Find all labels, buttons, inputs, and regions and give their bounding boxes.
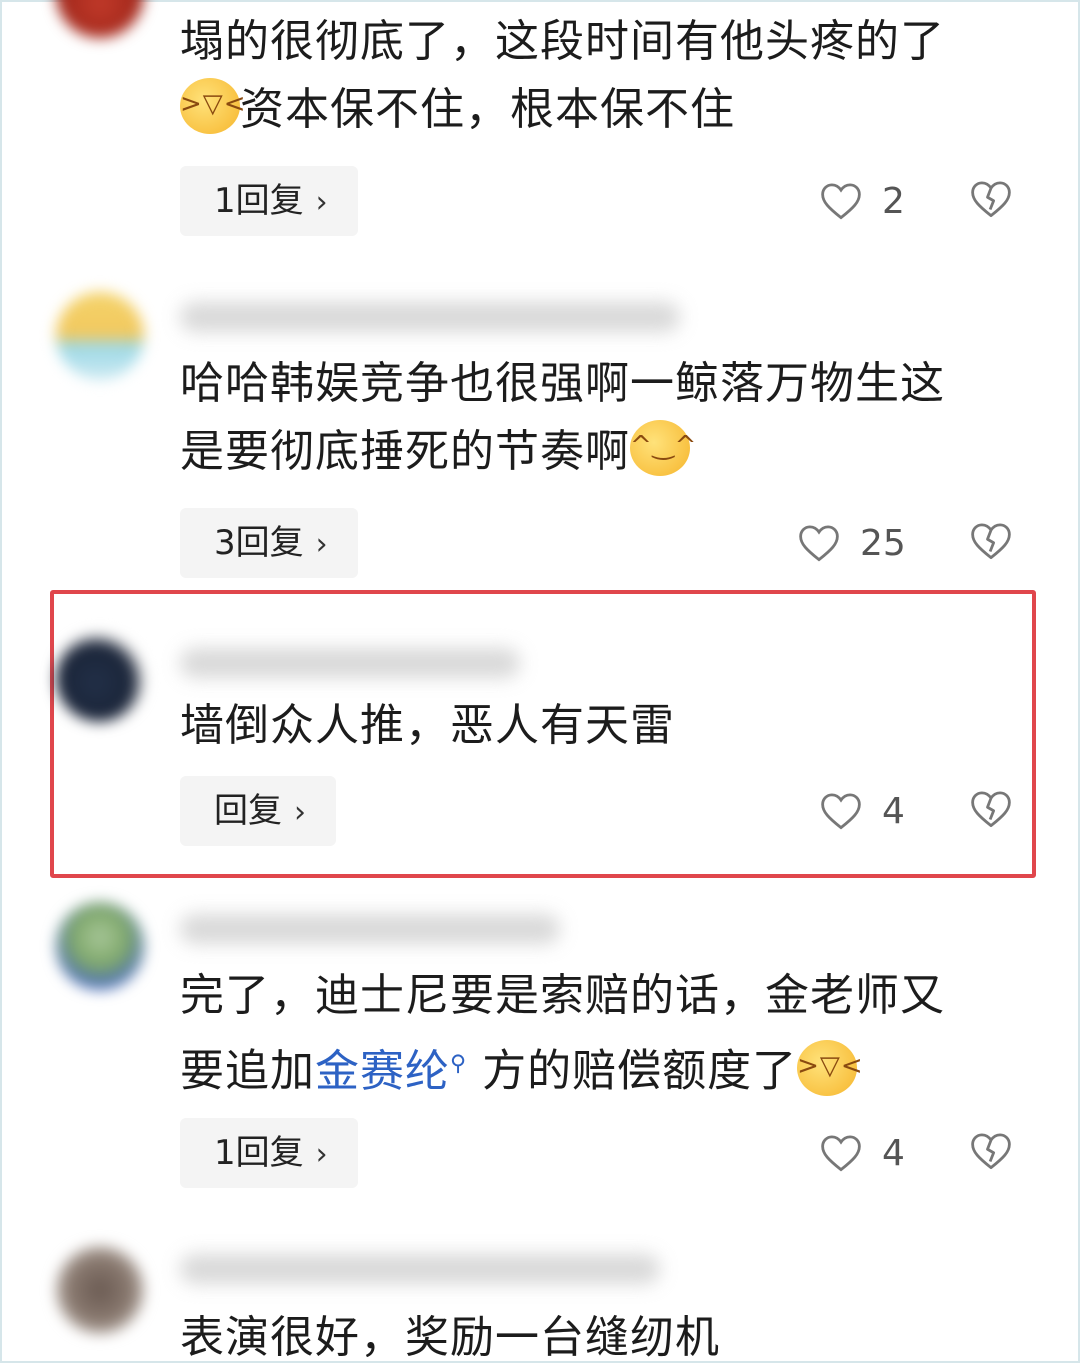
reply-button[interactable]: 3回复 › [180, 508, 358, 578]
comment-line: 要追加 [180, 1045, 315, 1097]
comment-line-2: 要追加金赛纶⚲ 方的赔偿额度了 >▽< [180, 1030, 1010, 1106]
broken-heart-icon[interactable] [970, 788, 1012, 830]
comment-line: 塌的很彻底了，这段时间有他头疼的了 [180, 16, 945, 67]
reply-button[interactable]: 1回复 › [180, 166, 358, 236]
like-count: 4 [882, 1132, 905, 1174]
comment-line-2: >▽< 资本保不住，根本保不住 [180, 76, 1010, 144]
like-count: 2 [882, 180, 905, 222]
heart-outline-icon [799, 525, 839, 562]
comment-text: 哈哈韩娱竞争也很强啊一鲸落万物生这 是要彻底捶死的节奏啊 ^‿^ [180, 350, 1010, 486]
search-icon: ⚲ [450, 1051, 468, 1076]
comment-line: 是要彻底捶死的节奏啊 [180, 426, 630, 477]
chevron-right-icon: › [315, 185, 328, 220]
avatar[interactable] [56, 1246, 144, 1334]
comment-line-2: 是要彻底捶死的节奏啊 ^‿^ [180, 418, 1010, 486]
like-button[interactable]: 4 [820, 786, 905, 836]
reply-label: 3回复 [214, 523, 304, 563]
comment-text: 塌的很彻底了，这段时间有他头疼的了 >▽< 资本保不住，根本保不住 [180, 8, 1010, 144]
avatar[interactable] [56, 634, 144, 722]
chevron-right-icon: › [315, 1137, 328, 1172]
comment-line: 方的赔偿额度了 [482, 1045, 798, 1097]
comment-text: 表演很好，奖励一台缝纫机 [180, 1304, 1010, 1372]
laughing-crying-emoji-icon: >▽< [180, 78, 246, 134]
comment-text: 完了，迪士尼要是索赔的话，金老师又 要追加金赛纶⚲ 方的赔偿额度了 >▽< [180, 962, 1010, 1106]
like-button[interactable]: 4 [820, 1128, 905, 1178]
broken-heart-icon[interactable] [970, 520, 1012, 562]
broken-heart-icon[interactable] [970, 1130, 1012, 1172]
comment-line: 表演很好，奖励一台缝纫机 [180, 1312, 720, 1363]
like-count: 4 [882, 790, 905, 832]
hand-over-mouth-emoji-icon: ^‿^ [630, 420, 696, 476]
reply-label: 回复 [214, 791, 282, 831]
heart-outline-icon [821, 1135, 861, 1172]
comment-line: 资本保不住，根本保不住 [240, 84, 735, 135]
broken-heart-icon[interactable] [970, 178, 1012, 220]
reply-button[interactable]: 1回复 › [180, 1118, 358, 1188]
like-button[interactable]: 2 [820, 176, 905, 226]
comment-line: 完了，迪士尼要是索赔的话，金老师又 [180, 970, 945, 1021]
comment-line: 哈哈韩娱竞争也很强啊一鲸落万物生这 [180, 358, 945, 409]
username-blurred [180, 302, 680, 332]
heart-outline-icon [821, 793, 861, 830]
search-link-text: 金赛纶 [315, 1045, 450, 1097]
username-blurred [180, 648, 520, 678]
chevron-right-icon: › [315, 527, 328, 562]
reply-label: 1回复 [214, 181, 304, 221]
reply-button[interactable]: 回复 › [180, 776, 336, 846]
avatar[interactable] [56, 292, 144, 380]
like-button[interactable]: 25 [798, 518, 906, 568]
heart-outline-icon [821, 183, 861, 220]
chevron-right-icon: › [294, 795, 306, 830]
username-blurred [180, 1254, 660, 1284]
avatar[interactable] [56, 902, 144, 990]
like-count: 25 [860, 522, 906, 564]
username-blurred [180, 914, 560, 944]
reply-label: 1回复 [214, 1133, 304, 1173]
search-link[interactable]: 金赛纶⚲ [315, 1046, 467, 1097]
laughing-crying-emoji-icon: >▽< [797, 1039, 863, 1096]
comment-text: 墙倒众人推，恶人有天雷 [180, 692, 1010, 760]
comment-line: 墙倒众人推，恶人有天雷 [180, 700, 675, 751]
